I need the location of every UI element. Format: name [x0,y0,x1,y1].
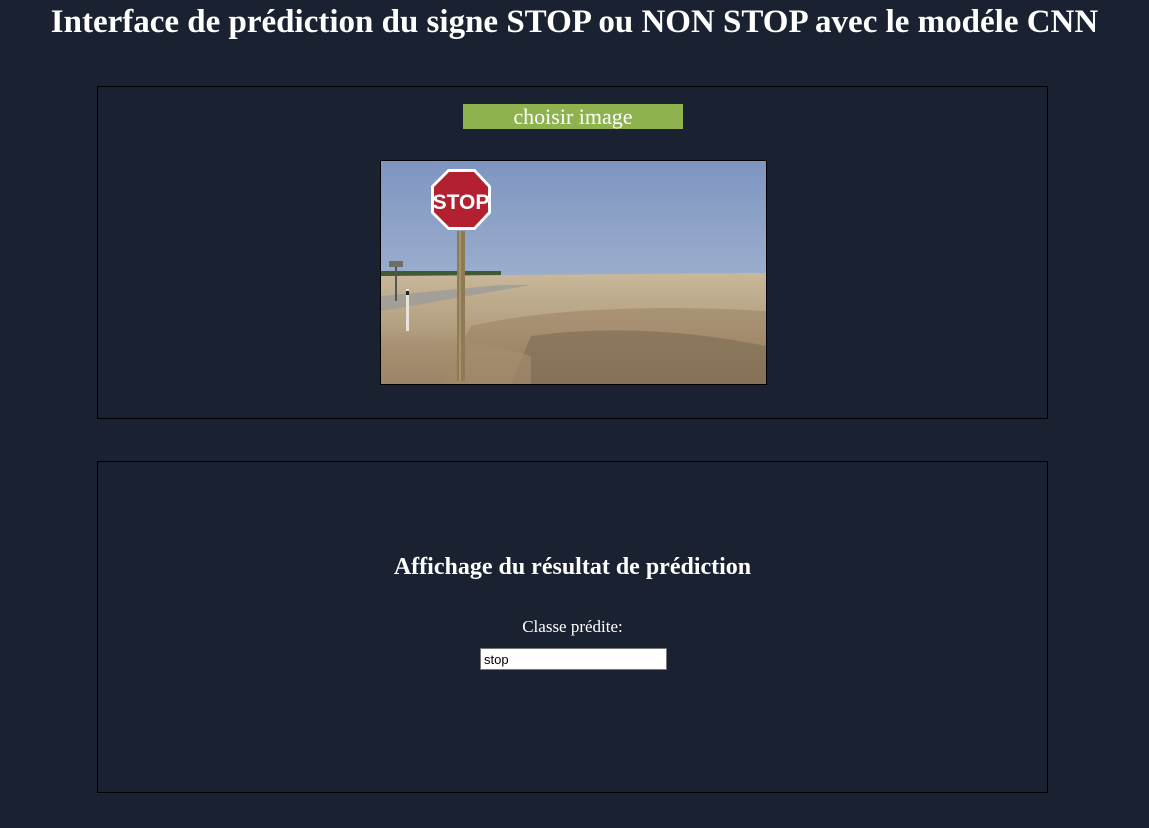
result-heading: Affichage du résultat de prédiction [393,554,752,580]
prediction-result-panel: Affichage du résultat de prédiction Clas… [97,461,1048,793]
stop-sign-photo: STOP [381,161,766,384]
predicted-class-field[interactable] [480,648,667,670]
predicted-class-label: Classe prédite: [522,617,623,636]
stop-sign-text: STOP [433,191,490,214]
page-title: Interface de prédiction du signe STOP ou… [50,4,1099,40]
choose-image-button[interactable]: choisir image [463,104,683,129]
image-upload-panel: choisir image STOP [97,86,1048,419]
image-preview: STOP [380,160,767,385]
